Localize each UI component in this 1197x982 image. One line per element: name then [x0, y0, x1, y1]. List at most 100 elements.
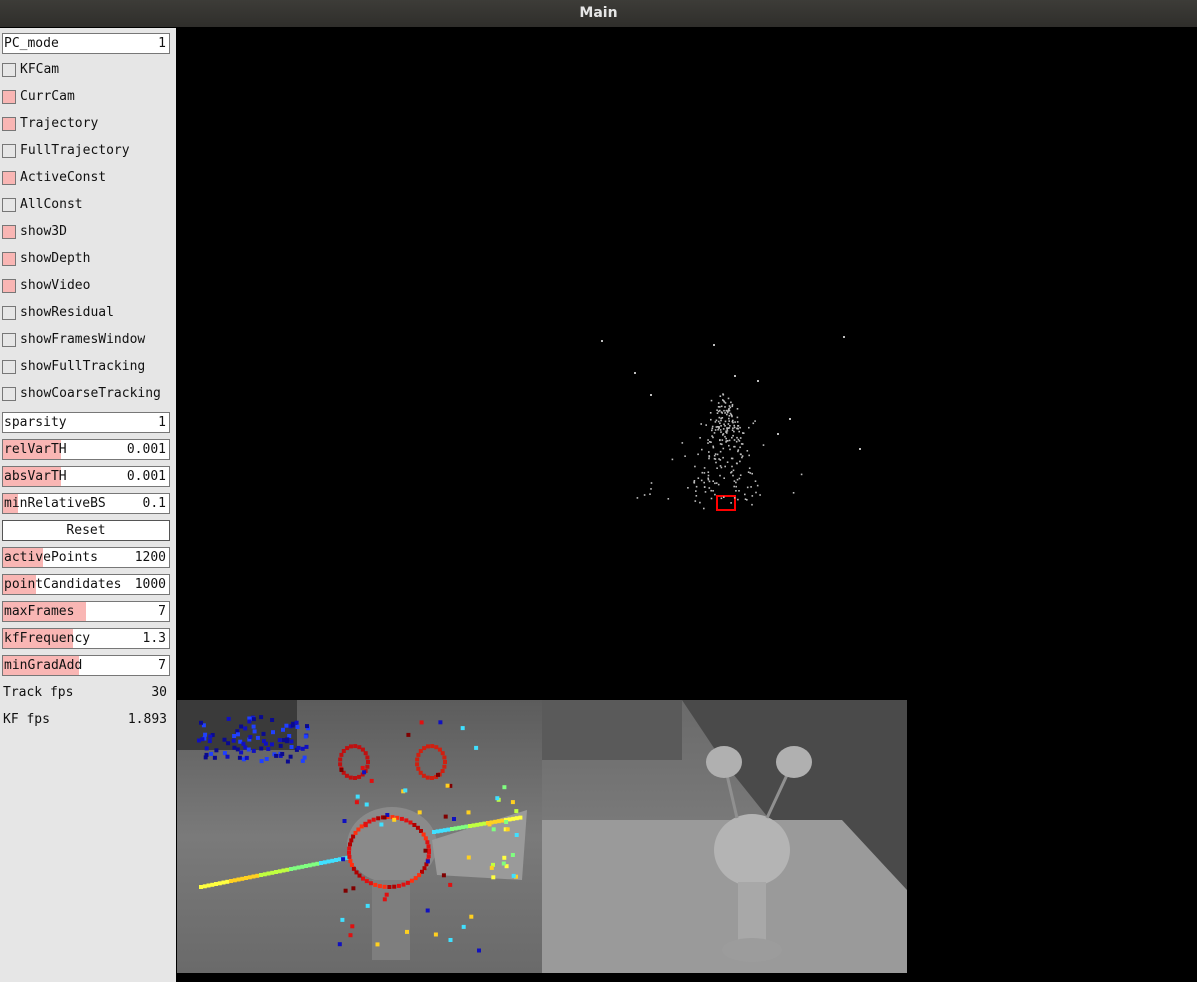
abs-var-th-slider[interactable]: absVarTH 0.001	[2, 466, 170, 487]
cloud-point	[693, 482, 696, 484]
cloud-point	[713, 432, 716, 434]
depth-point	[285, 759, 290, 764]
cloud-point	[720, 411, 723, 413]
depth-point	[226, 716, 231, 721]
depth-point	[448, 882, 453, 887]
cloud-point	[715, 419, 718, 422]
checkbox-kfcam[interactable]: KFCam	[2, 60, 170, 81]
kf-frequency-slider[interactable]: kfFrequency 1.3	[2, 628, 170, 649]
depth-point	[226, 741, 231, 746]
cloud-point	[728, 417, 730, 420]
depth-point	[425, 859, 430, 864]
depth-point	[489, 865, 494, 870]
checkbox-box[interactable]	[2, 279, 16, 293]
depth-point	[274, 870, 278, 874]
checkbox-box[interactable]	[2, 63, 16, 77]
pc-mode-value: 1	[158, 36, 166, 51]
depth-point	[342, 819, 347, 823]
checkbox-box[interactable]	[2, 117, 16, 131]
cloud-point	[723, 477, 725, 479]
track-fps-value: 30	[151, 685, 167, 700]
cloud-point	[714, 493, 716, 496]
cloud-point	[711, 435, 713, 437]
max-frames-slider[interactable]: maxFrames 7	[2, 601, 170, 622]
depth-point	[375, 942, 380, 947]
depth-point	[247, 875, 252, 880]
checkbox-allconst[interactable]: AllConst	[2, 195, 170, 216]
depth-point	[232, 878, 237, 883]
depth-point	[446, 827, 451, 832]
checkbox-box[interactable]	[2, 225, 16, 239]
checkbox-box[interactable]	[2, 333, 16, 347]
depth-point	[259, 715, 264, 720]
depth-point	[278, 743, 283, 748]
depth-point	[248, 735, 253, 739]
pc-mode-field[interactable]: PC_mode 1	[2, 33, 170, 54]
cloud-point	[703, 481, 705, 484]
checkbox-box[interactable]	[2, 387, 16, 401]
checkbox-currcam[interactable]: CurrCam	[2, 87, 170, 108]
checkbox-box[interactable]	[2, 198, 16, 212]
depth-point	[423, 836, 428, 841]
cloud-point	[728, 415, 731, 417]
reset-button[interactable]: Reset	[2, 520, 170, 541]
point-candidates-slider[interactable]: pointCandidates 1000	[2, 574, 170, 595]
track-fps-label: Track fps	[3, 685, 74, 700]
cloud-point	[739, 460, 741, 463]
depth-point	[384, 892, 389, 897]
checkbox-showcoarsetracking[interactable]: showCoarseTracking	[2, 384, 170, 405]
cloud-point	[751, 495, 754, 497]
sparsity-field[interactable]: sparsity 1	[2, 412, 170, 433]
kf-frequency-value: 1.3	[142, 631, 166, 646]
checkbox-box[interactable]	[2, 306, 16, 320]
checkbox-box[interactable]	[2, 144, 16, 158]
depth-point	[203, 732, 208, 737]
depth-point	[437, 747, 442, 752]
cloud-point	[740, 453, 742, 456]
checkbox-box[interactable]	[2, 252, 16, 266]
depth-point	[339, 752, 344, 757]
cloud-point	[746, 450, 749, 452]
checkbox-show3d[interactable]: show3D	[2, 222, 170, 243]
cloud-point	[722, 456, 724, 459]
depth-point	[363, 751, 368, 756]
cloud-point	[715, 482, 718, 484]
cloud-point	[714, 421, 717, 423]
cloud-point	[725, 431, 727, 433]
checkbox-showfulltracking[interactable]: showFullTracking	[2, 357, 170, 378]
depth-point	[347, 850, 351, 855]
checkbox-showvideo[interactable]: showVideo	[2, 276, 170, 297]
depth-point	[419, 829, 423, 833]
depth-point	[382, 897, 387, 902]
cloud-point	[694, 465, 696, 468]
checkbox-fulltrajectory[interactable]: FullTrajectory	[2, 141, 170, 162]
checkbox-showframeswindow[interactable]: showFramesWindow	[2, 330, 170, 351]
cloud-point	[728, 439, 731, 442]
checkbox-trajectory[interactable]: Trajectory	[2, 114, 170, 135]
depth-point	[409, 878, 414, 883]
checkbox-box[interactable]	[2, 360, 16, 374]
checkbox-activeconst[interactable]: ActiveConst	[2, 168, 170, 189]
cloud-point	[713, 344, 715, 346]
checkbox-box[interactable]	[2, 90, 16, 104]
active-points-slider[interactable]: activePoints 1200	[2, 547, 170, 568]
cloud-point	[724, 402, 727, 404]
depth-point	[351, 886, 356, 891]
cloud-point	[714, 482, 716, 485]
min-grad-add-slider[interactable]: minGradAdd 7	[2, 655, 170, 676]
depth-point	[354, 800, 359, 805]
cloud-point	[800, 473, 803, 476]
checkbox-showdepth[interactable]: showDepth	[2, 249, 170, 270]
checkbox-showresidual[interactable]: showResidual	[2, 303, 170, 324]
depth-point	[251, 724, 256, 729]
depth-point	[445, 783, 450, 788]
depth-point	[438, 720, 443, 725]
cloud-point	[750, 486, 752, 488]
cloud-point	[737, 498, 739, 501]
checkbox-box[interactable]	[2, 171, 16, 185]
rel-var-th-slider[interactable]: relVarTH 0.001	[2, 439, 170, 460]
min-relative-bs-slider[interactable]: minRelativeBS 0.1	[2, 493, 170, 514]
cloud-point	[720, 405, 723, 408]
depth-point	[204, 752, 209, 757]
3d-viewport[interactable]	[177, 28, 1197, 700]
